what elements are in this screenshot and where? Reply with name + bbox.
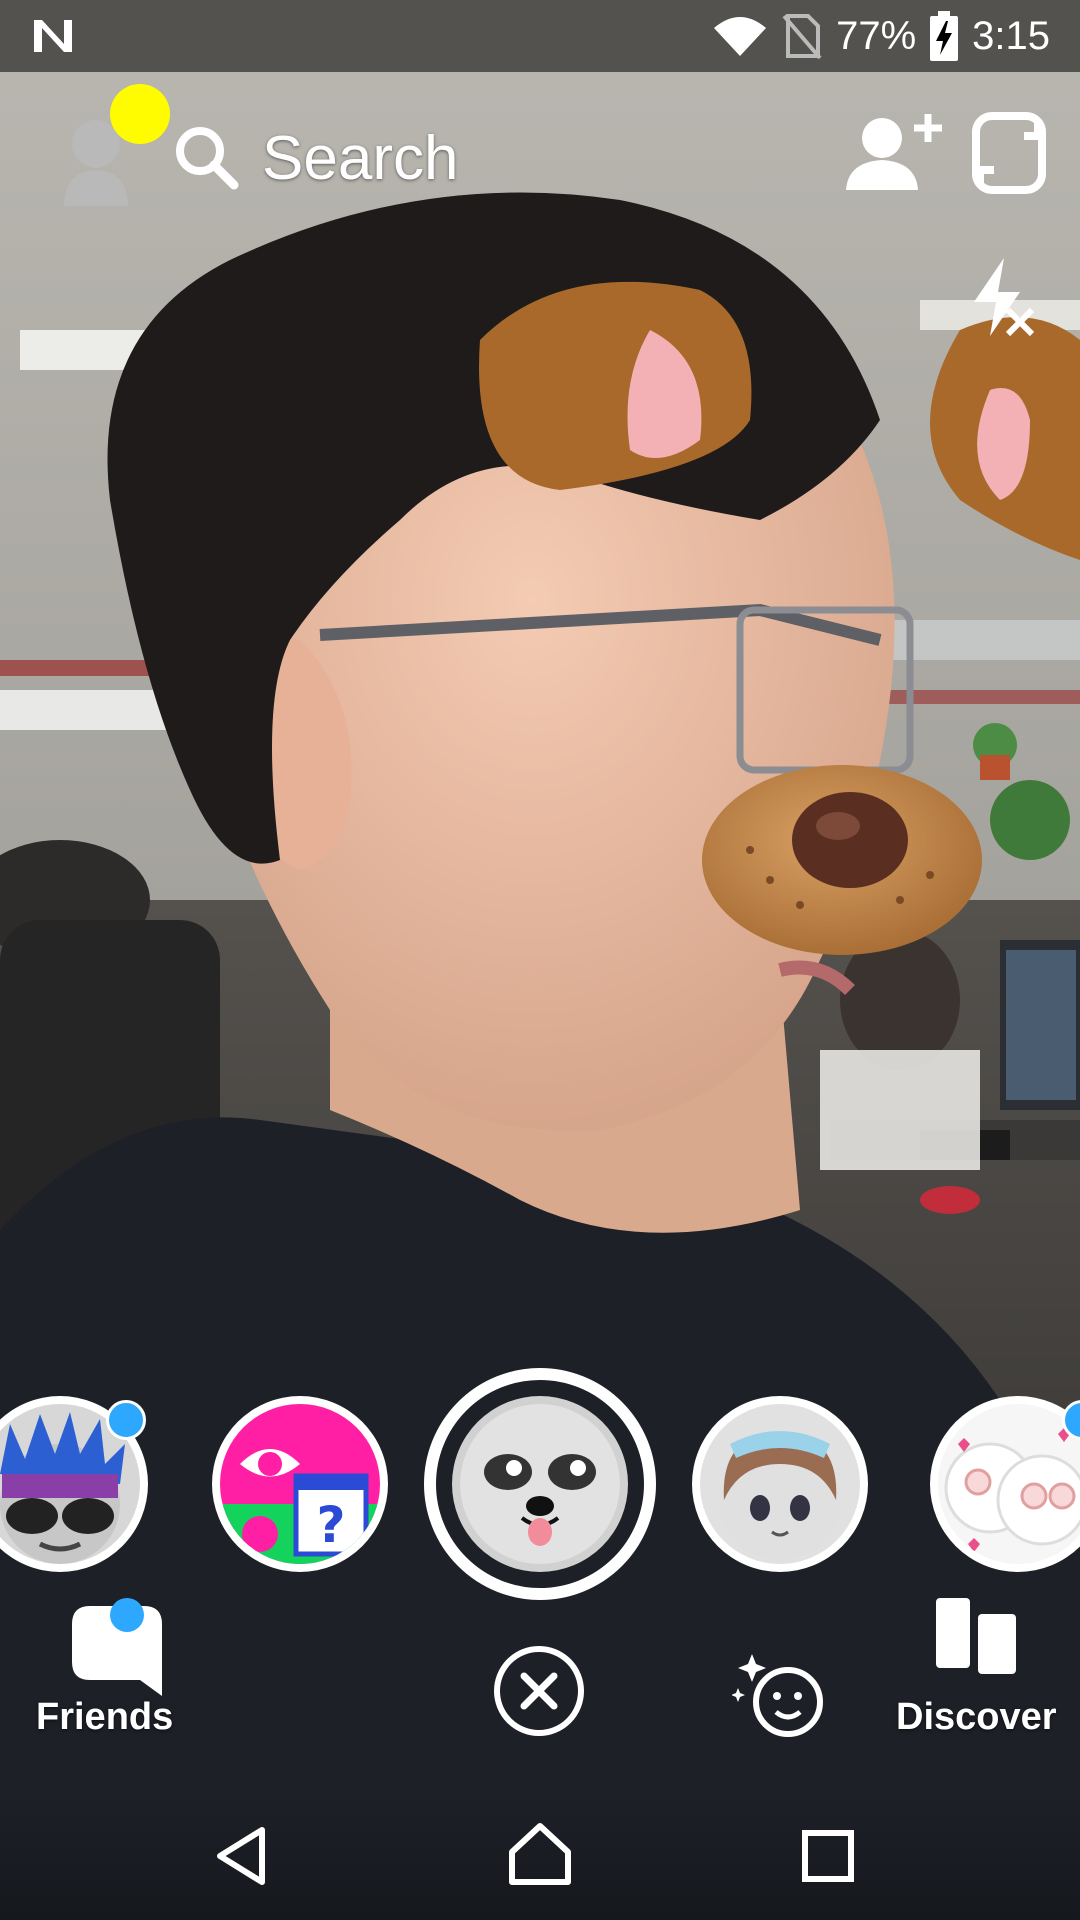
close-lens-button[interactable] bbox=[492, 1644, 586, 1738]
svg-text:?: ? bbox=[316, 1496, 345, 1554]
lens-anime-girl[interactable] bbox=[692, 1396, 868, 1572]
flip-camera-button[interactable] bbox=[966, 110, 1052, 196]
heart-glasses-lens-icon bbox=[944, 1428, 1080, 1552]
flash-off-icon bbox=[974, 258, 1035, 337]
discover-label: Discover bbox=[896, 1696, 1057, 1738]
back-icon[interactable] bbox=[212, 1826, 272, 1886]
flash-toggle-button[interactable] bbox=[968, 256, 1038, 342]
discover-button[interactable] bbox=[934, 1596, 1018, 1676]
status-icons: 77% 3:15 bbox=[712, 10, 1050, 62]
lens-mystery-eye[interactable]: ? bbox=[212, 1396, 388, 1572]
friends-badge bbox=[110, 1598, 144, 1632]
home-icon[interactable] bbox=[508, 1822, 572, 1886]
lens-new-badge bbox=[106, 1400, 146, 1440]
system-navigation-bar bbox=[0, 1790, 1080, 1920]
n-notification-icon bbox=[34, 20, 72, 52]
discover-icon bbox=[936, 1598, 1016, 1674]
lens-explorer-icon bbox=[731, 1654, 823, 1737]
wifi-icon bbox=[712, 14, 768, 58]
battery-charging-icon bbox=[930, 11, 959, 61]
status-bar: 77% 3:15 bbox=[0, 0, 1080, 72]
recents-icon[interactable] bbox=[802, 1830, 854, 1882]
mystery-eye-lens-icon: ? bbox=[220, 1449, 380, 1564]
add-friend-button[interactable] bbox=[846, 112, 946, 192]
snapchat-camera-screen: 77% 3:15 Search ? Friends Discover bbox=[0, 0, 1080, 1920]
lens-explorer-button[interactable] bbox=[731, 1644, 828, 1740]
lens-puppy-selected[interactable] bbox=[452, 1396, 628, 1572]
no-sim-icon bbox=[782, 12, 822, 60]
search-icon bbox=[176, 127, 239, 190]
search-bar[interactable]: Search bbox=[174, 118, 458, 198]
add-friend-icon bbox=[846, 114, 942, 190]
snapcode-notification-dot bbox=[110, 84, 170, 144]
puppy-lens-icon bbox=[460, 1404, 620, 1564]
anime-girl-lens-icon bbox=[720, 1431, 840, 1560]
search-placeholder: Search bbox=[262, 123, 459, 193]
battery-percent: 77% bbox=[836, 13, 917, 58]
clock-time: 3:15 bbox=[972, 13, 1050, 58]
friends-label: Friends bbox=[36, 1696, 174, 1738]
close-icon bbox=[494, 1646, 584, 1736]
flip-camera-icon bbox=[972, 112, 1046, 194]
